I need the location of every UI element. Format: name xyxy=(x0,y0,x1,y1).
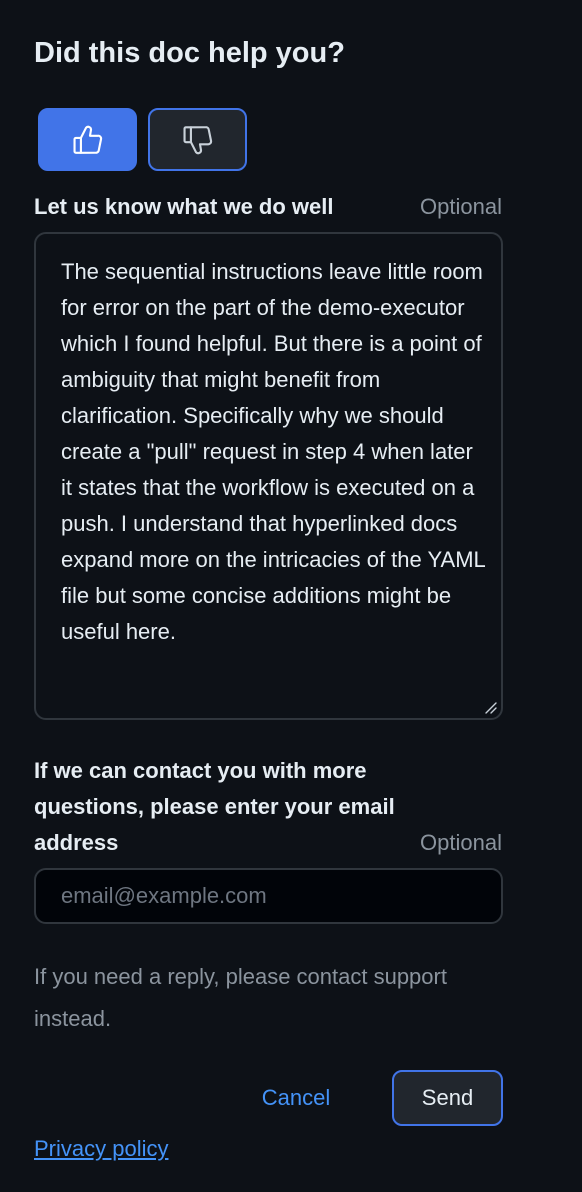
email-input[interactable] xyxy=(34,868,503,924)
feedback-optional-label: Optional xyxy=(420,194,502,219)
privacy-policy-link[interactable]: Privacy policy xyxy=(34,1132,168,1166)
send-button[interactable]: Send xyxy=(392,1070,503,1126)
thumbs-up-icon xyxy=(72,125,102,154)
feedback-heading: Did this doc help you? xyxy=(34,37,345,69)
thumbs-down-icon xyxy=(182,125,212,154)
feedback-textarea[interactable]: The sequential instructions leave little… xyxy=(34,232,503,720)
feedback-text: The sequential instructions leave little… xyxy=(61,259,485,644)
resize-handle-icon[interactable] xyxy=(484,701,498,715)
reply-note: If you need a reply, please contact supp… xyxy=(34,964,447,1031)
email-label: If we can contact you with more question… xyxy=(34,758,395,855)
thumbs-up-button[interactable] xyxy=(38,108,137,171)
thumbs-down-button[interactable] xyxy=(148,108,247,171)
email-optional-label: Optional xyxy=(420,830,502,855)
feedback-label: Let us know what we do well xyxy=(34,194,334,219)
cancel-button[interactable]: Cancel xyxy=(240,1070,352,1126)
